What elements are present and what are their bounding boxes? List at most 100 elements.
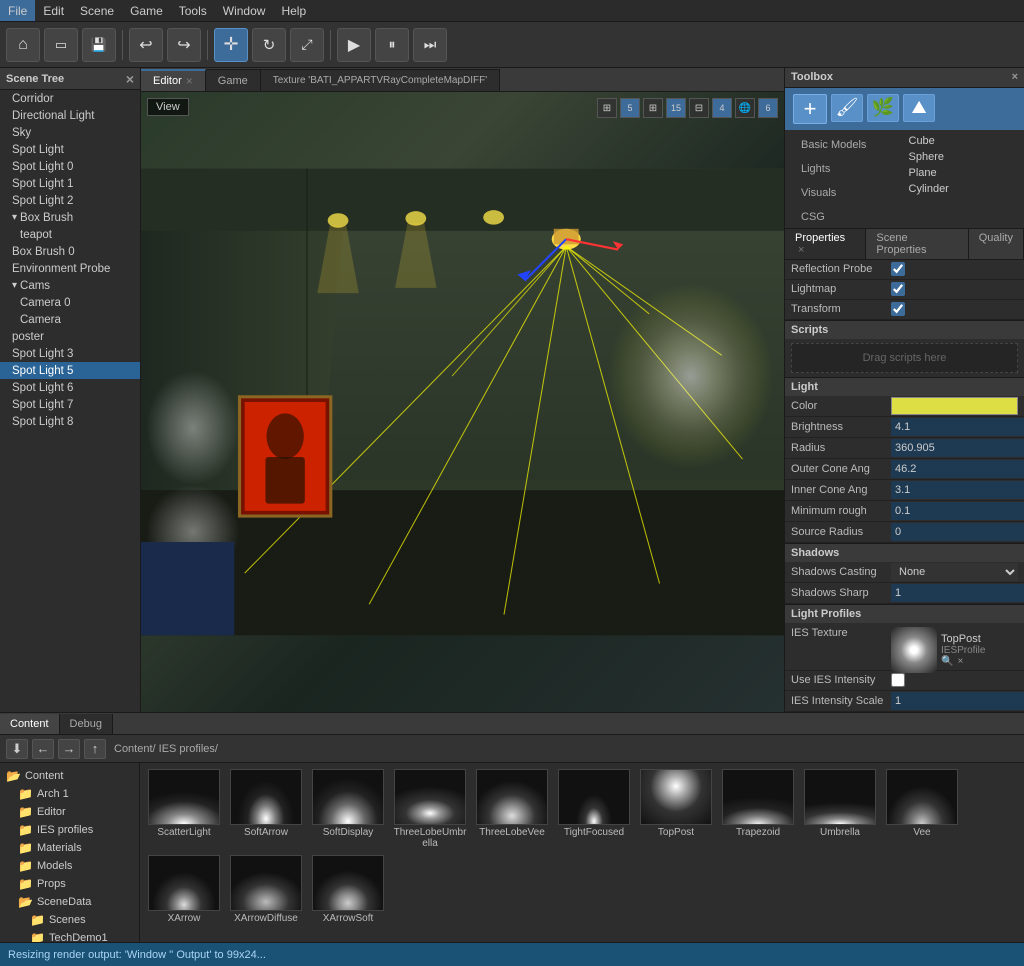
back-button[interactable]: ← <box>32 739 54 759</box>
toolbox-terrain-icon[interactable]: ⛰ <box>903 94 935 122</box>
tab-game[interactable]: Game <box>206 69 261 91</box>
save-button[interactable]: 💾 <box>82 28 116 62</box>
tree-item[interactable]: Box Brush <box>0 209 140 226</box>
play-button[interactable]: ▶ <box>337 28 371 62</box>
inner-cone-input[interactable] <box>891 481 1024 499</box>
model-cylinder[interactable]: Cylinder <box>905 182 1017 196</box>
new-button[interactable]: ▭ <box>44 28 78 62</box>
list-item[interactable]: XArrowDiffuse <box>228 855 304 924</box>
transform-checkbox[interactable] <box>891 302 905 316</box>
scale-button[interactable]: ⤢ <box>290 28 324 62</box>
tab-properties-close[interactable]: × <box>798 244 804 256</box>
list-item[interactable]: ThreeLobeVee <box>474 769 550 849</box>
tree-item[interactable]: Spot Light 6 <box>0 379 140 396</box>
menu-file[interactable]: File <box>0 0 35 21</box>
list-item[interactable]: XArrow <box>146 855 222 924</box>
tab-content[interactable]: Content <box>0 714 60 734</box>
vp-icon-6[interactable]: 6 <box>758 98 778 118</box>
view-button[interactable]: View <box>147 98 189 116</box>
list-item[interactable]: ScatterLight <box>146 769 222 849</box>
ft-item[interactable]: 📁IES profiles <box>0 821 139 839</box>
up-button[interactable]: ↑ <box>84 739 106 759</box>
tree-item[interactable]: Directional Light <box>0 107 140 124</box>
forward-button[interactable]: → <box>58 739 80 759</box>
tab-debug[interactable]: Debug <box>60 714 113 734</box>
tree-item[interactable]: Spot Light <box>0 141 140 158</box>
ft-item[interactable]: 📂Content <box>0 767 139 785</box>
tree-item[interactable]: Camera 0 <box>0 294 140 311</box>
tree-item[interactable]: Camera <box>0 311 140 328</box>
home-button[interactable]: ⌂ <box>6 28 40 62</box>
pause-button[interactable]: ⏸ <box>375 28 409 62</box>
shadows-sharpness-input[interactable] <box>891 584 1024 602</box>
move-button[interactable]: ✛ <box>214 28 248 62</box>
tree-item[interactable]: teapot <box>0 226 140 243</box>
menu-help[interactable]: Help <box>273 0 314 21</box>
tab-quality[interactable]: Quality <box>969 229 1024 259</box>
use-ies-checkbox[interactable] <box>891 673 905 687</box>
tab-texture[interactable]: Texture 'BATI_APPARTVRayCompleteMapDIFF' <box>261 69 500 91</box>
menu-tools[interactable]: Tools <box>171 0 215 21</box>
ft-item[interactable]: 📁Arch 1 <box>0 785 139 803</box>
list-item[interactable]: TightFocused <box>556 769 632 849</box>
lightmap-checkbox[interactable] <box>891 282 905 296</box>
vp-icon-5[interactable]: 5 <box>620 98 640 118</box>
ies-zoom-icon[interactable]: 🔍 <box>941 656 953 667</box>
next-button[interactable]: ⏭ <box>413 28 447 62</box>
toolbox-add-icon[interactable]: + <box>793 94 827 124</box>
rotate-button[interactable]: ↻ <box>252 28 286 62</box>
brightness-input[interactable] <box>891 418 1024 436</box>
menu-edit[interactable]: Edit <box>35 0 72 21</box>
list-item[interactable]: Umbrella <box>802 769 878 849</box>
ft-item[interactable]: 📁Editor <box>0 803 139 821</box>
list-item[interactable]: XArrowSoft <box>310 855 386 924</box>
source-radius-input[interactable] <box>891 523 1024 541</box>
ft-item[interactable]: 📁Materials <box>0 839 139 857</box>
menu-game[interactable]: Game <box>122 0 171 21</box>
tab-properties[interactable]: Properties × <box>785 229 866 259</box>
ft-item[interactable]: 📁Props <box>0 875 139 893</box>
color-swatch[interactable] <box>891 397 1018 415</box>
ft-item[interactable]: 📂SceneData <box>0 893 139 911</box>
tree-item[interactable]: Corridor <box>0 90 140 107</box>
download-button[interactable]: ⬇ <box>6 739 28 759</box>
ft-item[interactable]: 📁TechDemo1 <box>0 929 139 942</box>
tree-item[interactable]: Environment Probe <box>0 260 140 277</box>
list-item[interactable]: Vee <box>884 769 960 849</box>
toolbox-plant-icon[interactable]: 🌿 <box>867 94 899 122</box>
radius-input[interactable] <box>891 439 1024 457</box>
model-cube[interactable]: Cube <box>905 134 1017 148</box>
list-item[interactable]: SoftDisplay <box>310 769 386 849</box>
tab-editor[interactable]: Editor × <box>141 69 206 91</box>
ies-remove-icon[interactable]: × <box>957 656 963 667</box>
vp-icon-4[interactable]: 4 <box>712 98 732 118</box>
outer-cone-input[interactable] <box>891 460 1024 478</box>
min-roughness-input[interactable] <box>891 502 1024 520</box>
vp-icon-globe[interactable]: 🌐 <box>735 98 755 118</box>
tree-item[interactable]: Spot Light 7 <box>0 396 140 413</box>
shadows-casting-select[interactable]: None <box>891 563 1018 581</box>
tree-item[interactable]: Spot Light 5 <box>0 362 140 379</box>
ft-item[interactable]: 📁Models <box>0 857 139 875</box>
menu-scene[interactable]: Scene <box>72 0 122 21</box>
list-item[interactable]: Trapezoid <box>720 769 796 849</box>
ies-texture-preview[interactable] <box>891 627 937 673</box>
tree-item[interactable]: Spot Light 1 <box>0 175 140 192</box>
reflection-probe-checkbox[interactable] <box>891 262 905 276</box>
list-item[interactable]: SoftArrow <box>228 769 304 849</box>
list-item[interactable]: ThreeLobeUmbrella <box>392 769 468 849</box>
tab-editor-close[interactable]: × <box>186 74 193 88</box>
undo-button[interactable]: ↩ <box>129 28 163 62</box>
tree-item[interactable]: Spot Light 2 <box>0 192 140 209</box>
ies-intensity-input[interactable] <box>891 692 1024 710</box>
viewport[interactable]: View ⊞ 5 ⊞ 15 ⊟ 4 🌐 6 <box>141 92 784 712</box>
tree-item[interactable]: Spot Light 0 <box>0 158 140 175</box>
scene-tree-close[interactable]: × <box>126 71 134 87</box>
toolbox-paint-icon[interactable]: 🖌 <box>831 94 863 122</box>
tree-item[interactable]: Spot Light 3 <box>0 345 140 362</box>
tree-item[interactable]: Spot Light 8 <box>0 413 140 430</box>
tree-item[interactable]: Sky <box>0 124 140 141</box>
tree-item[interactable]: Box Brush 0 <box>0 243 140 260</box>
vp-icon-layer[interactable]: ⊟ <box>689 98 709 118</box>
model-sphere[interactable]: Sphere <box>905 150 1017 164</box>
